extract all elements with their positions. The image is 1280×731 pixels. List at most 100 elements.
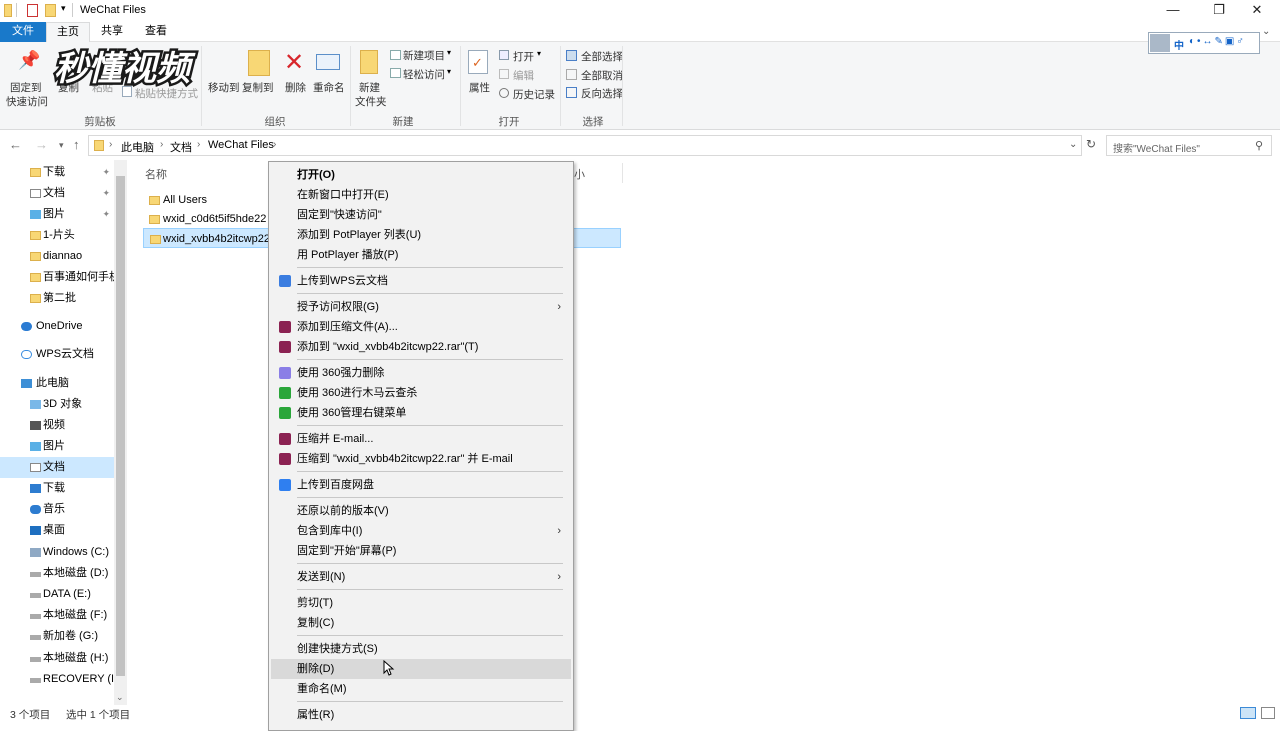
sidebar-scroll-thumb[interactable] — [116, 176, 125, 676]
menu-item[interactable]: 添加到 "wxid_xvbb4b2itcwp22.rar"(T) — [271, 337, 571, 357]
menu-item[interactable]: 用 PotPlayer 播放(P) — [271, 245, 571, 265]
sidebar-item-drive-h[interactable]: 本地磁盘 (H:) — [0, 648, 114, 669]
sidebar-item-drive-g[interactable]: 新加卷 (G:) — [0, 626, 114, 647]
menu-item[interactable]: 授予访问权限(G) › — [271, 297, 571, 317]
sidebar-item-dierpi[interactable]: 第二批 — [0, 288, 114, 309]
sidebar-item-drive-c[interactable]: Windows (C:) — [0, 542, 114, 563]
history-button[interactable]: 历史记录 — [513, 87, 555, 102]
menu-item[interactable]: 使用 360进行木马云查杀 — [271, 383, 571, 403]
menu-item[interactable]: 添加到压缩文件(A)... — [271, 317, 571, 337]
open-button[interactable]: 打开 — [513, 49, 534, 64]
tab-share[interactable]: 共享 — [90, 22, 134, 42]
breadcrumb-documents[interactable]: 文档 — [170, 139, 192, 155]
ime-mode-label[interactable]: 中 — [1174, 37, 1184, 52]
sidebar-item-drive-f[interactable]: 本地磁盘 (F:) — [0, 605, 114, 626]
sidebar-item-this-pc[interactable]: 此电脑 — [0, 373, 114, 394]
sidebar-item-onedrive[interactable]: OneDrive — [0, 316, 114, 337]
sidebar-item-wps-cloud[interactable]: WPS云文档 — [0, 344, 114, 365]
search-input[interactable]: 搜索"WeChat Files" — [1113, 140, 1200, 155]
sidebar-item-quick-documents[interactable]: 文档 ✦ — [0, 183, 114, 204]
sidebar-item-drive-i[interactable]: RECOVERY (I:) — [0, 669, 121, 690]
ime-toolbar[interactable]: 中 ◐•↔✎▣♂ — [1148, 32, 1260, 54]
sidebar-item-desktop[interactable]: 桌面 — [0, 520, 114, 541]
column-header-name[interactable]: 名称 — [145, 166, 167, 182]
sidebar-item-baishitong[interactable]: 百事通如何手机 — [0, 267, 120, 288]
sidebar-item-drive-d[interactable]: 本地磁盘 (D:) — [0, 563, 114, 584]
menu-item[interactable]: 打开(O) — [271, 165, 571, 185]
ime-tool-icons[interactable]: ◐•↔✎▣♂ — [1189, 36, 1246, 47]
sidebar-item-pictures[interactable]: 图片 — [0, 436, 114, 457]
select-none-button[interactable]: 全部取消 — [581, 68, 623, 83]
forward-icon[interactable]: → — [35, 137, 48, 152]
refresh-icon[interactable]: ↻ — [1086, 137, 1096, 151]
customize-quick-access-icon[interactable]: ▾ — [61, 3, 66, 14]
invert-selection-button[interactable]: 反向选择 — [581, 86, 623, 101]
sidebar-item-documents[interactable]: 文档 — [0, 457, 114, 478]
new-folder-quick-icon[interactable] — [45, 4, 56, 17]
pin-label-2[interactable]: 快速访问 — [6, 94, 48, 109]
menu-item[interactable]: 固定到"快速访问" — [271, 205, 571, 225]
back-icon[interactable]: ← — [9, 137, 22, 152]
copy-to-button[interactable]: 复制到 — [242, 80, 274, 95]
column-header-size[interactable]: 小 — [574, 166, 585, 182]
easy-access-dropdown-icon[interactable]: ▾ — [447, 67, 451, 76]
menu-item[interactable]: 删除(D) — [271, 659, 571, 679]
menu-item[interactable]: 压缩并 E-mail... — [271, 429, 571, 449]
search-box[interactable]: 搜索"WeChat Files" ⚲ — [1106, 135, 1272, 156]
sidebar-item-1-piantou[interactable]: 1-片头 — [0, 225, 114, 246]
menu-item[interactable]: 还原以前的版本(V) — [271, 501, 571, 521]
menu-item[interactable]: 上传到WPS云文档 — [271, 271, 571, 291]
menu-item[interactable]: 在新窗口中打开(E) — [271, 185, 571, 205]
new-item-dropdown-icon[interactable]: ▾ — [447, 48, 451, 57]
close-button[interactable]: ✕ — [1234, 0, 1280, 22]
address-bar[interactable]: › 此电脑 › 文档 › WeChat Files › ⌄ — [88, 135, 1082, 156]
tab-view[interactable]: 查看 — [134, 22, 178, 42]
scroll-down-icon[interactable]: ⌄ — [116, 692, 124, 703]
sidebar-item-downloads[interactable]: 下载 — [0, 478, 114, 499]
sidebar-item-3d-objects[interactable]: 3D 对象 — [0, 394, 114, 415]
up-icon[interactable]: ↑ — [73, 137, 80, 152]
easy-access-button[interactable]: 轻松访问 — [403, 67, 445, 82]
properties-quick-icon[interactable] — [27, 4, 38, 17]
properties-button[interactable]: 属性 — [469, 80, 490, 95]
menu-item[interactable]: 固定到"开始"屏幕(P) — [271, 541, 571, 561]
sidebar-item-quick-pictures[interactable]: 图片 ✦ — [0, 204, 114, 225]
large-icons-view-icon[interactable] — [1261, 707, 1275, 719]
menu-item[interactable]: 剪切(T) — [271, 593, 571, 613]
edit-button[interactable]: 编辑 — [513, 68, 534, 83]
pin-label[interactable]: 固定到 — [10, 80, 42, 95]
breadcrumb-wechat-files[interactable]: WeChat Files — [208, 139, 274, 151]
sidebar-item-drive-e[interactable]: DATA (E:) — [0, 584, 114, 605]
delete-button[interactable]: 删除 — [285, 80, 306, 95]
menu-item[interactable]: 重命名(M) — [271, 679, 571, 699]
open-dropdown-icon[interactable]: ▾ — [537, 49, 541, 58]
menu-item[interactable]: 使用 360强力删除 — [271, 363, 571, 383]
tab-file[interactable]: 文件 — [0, 22, 46, 42]
menu-item[interactable]: 包含到库中(I) › — [271, 521, 571, 541]
breadcrumb-this-pc[interactable]: 此电脑 — [121, 139, 154, 155]
sidebar-item-music[interactable]: 音乐 — [0, 499, 114, 520]
minimize-button[interactable]: — — [1150, 0, 1196, 22]
new-folder-label-2[interactable]: 文件夹 — [355, 94, 387, 109]
address-dropdown-icon[interactable]: ⌄ — [1069, 139, 1077, 150]
new-item-button[interactable]: 新建项目 — [403, 48, 445, 63]
menu-item[interactable]: 创建快捷方式(S) — [271, 639, 571, 659]
details-view-icon[interactable] — [1240, 707, 1256, 719]
sidebar-item-diannao[interactable]: diannao — [0, 246, 114, 267]
menu-item[interactable]: 发送到(N) › — [271, 567, 571, 587]
menu-item[interactable]: 压缩到 "wxid_xvbb4b2itcwp22.rar" 并 E-mail — [271, 449, 571, 469]
select-all-button[interactable]: 全部选择 — [581, 49, 623, 64]
expand-ribbon-icon[interactable]: ⌄ — [1262, 26, 1270, 37]
menu-item[interactable]: 使用 360管理右键菜单 — [271, 403, 571, 423]
menu-item[interactable]: 添加到 PotPlayer 列表(U) — [271, 225, 571, 245]
recent-locations-icon[interactable]: ▾ — [59, 140, 64, 151]
new-folder-label[interactable]: 新建 — [359, 80, 380, 95]
sidebar-item-quick-downloads[interactable]: 下载 ✦ — [0, 162, 114, 183]
rename-button[interactable]: 重命名 — [313, 80, 345, 95]
search-icon[interactable]: ⚲ — [1255, 139, 1263, 152]
tab-home[interactable]: 主页 — [46, 22, 90, 42]
menu-item[interactable]: 属性(R) — [271, 705, 571, 725]
menu-item[interactable]: 上传到百度网盘 — [271, 475, 571, 495]
menu-item[interactable]: 复制(C) — [271, 613, 571, 633]
sidebar-item-videos[interactable]: 视频 — [0, 415, 114, 436]
